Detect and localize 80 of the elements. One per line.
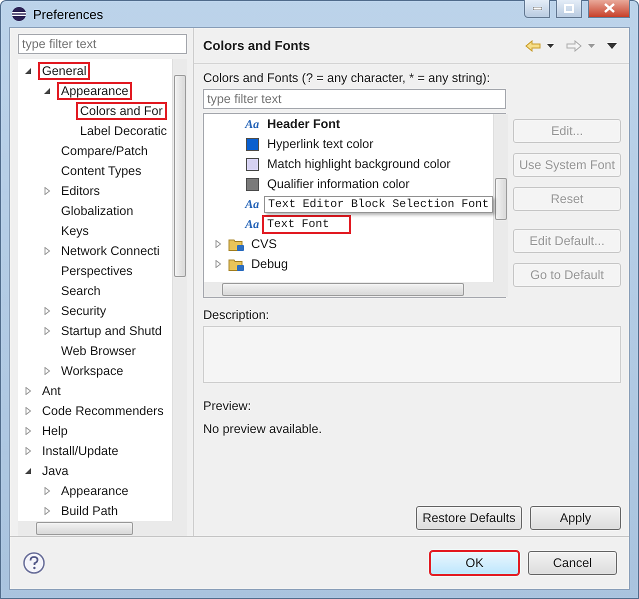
tree-item[interactable]: General bbox=[38, 62, 90, 80]
tree-item[interactable]: Colors and For bbox=[76, 102, 167, 120]
collapsed-arrow-icon[interactable] bbox=[43, 187, 51, 195]
tree-item[interactable]: Install/Update bbox=[38, 442, 122, 460]
tree-item[interactable]: Security bbox=[57, 302, 110, 320]
tree-item[interactable]: Ant bbox=[38, 382, 65, 400]
collapsed-arrow-icon[interactable] bbox=[24, 387, 32, 395]
list-item[interactable]: Hyperlink text color bbox=[267, 137, 374, 151]
font-icon: Aa bbox=[245, 116, 262, 132]
close-icon bbox=[604, 3, 614, 13]
list-item[interactable]: Match highlight background color bbox=[267, 157, 451, 171]
maximize-button[interactable] bbox=[556, 0, 582, 18]
collapsed-arrow-icon[interactable] bbox=[24, 407, 32, 415]
forward-arrow-icon[interactable] bbox=[566, 40, 582, 52]
list-item[interactable]: Header Font bbox=[267, 117, 340, 131]
filter-label: Colors and Fonts (? = any character, * = any string): bbox=[203, 71, 492, 85]
tree-item[interactable]: Java bbox=[38, 462, 72, 480]
tree-item[interactable]: Build Path bbox=[57, 502, 122, 520]
collapsed-arrow-icon[interactable] bbox=[43, 307, 51, 315]
vertical-scrollbar[interactable] bbox=[492, 114, 508, 282]
view-menu-icon[interactable] bbox=[607, 42, 617, 48]
preview-label: Preview: bbox=[203, 399, 252, 413]
tree-item[interactable]: Appearance bbox=[57, 82, 132, 100]
tree-item[interactable]: Editors bbox=[57, 182, 104, 200]
tree-item[interactable]: Web Browser bbox=[57, 342, 140, 360]
tree-item[interactable]: Label Decoratic bbox=[76, 122, 171, 140]
app-icon bbox=[11, 6, 27, 22]
tree-item[interactable]: Network Connecti bbox=[57, 242, 164, 260]
tree-item[interactable]: Keys bbox=[57, 222, 93, 240]
collapsed-arrow-icon[interactable] bbox=[24, 427, 32, 435]
page-button[interactable]: Apply bbox=[530, 506, 621, 530]
page-title: Colors and Fonts bbox=[203, 38, 312, 53]
tooltip: Text Editor Block Selection Font bbox=[264, 196, 493, 212]
expanded-arrow-icon[interactable] bbox=[24, 67, 32, 75]
tree-item[interactable]: Startup and Shutd bbox=[57, 322, 166, 340]
minimize-button[interactable] bbox=[524, 0, 550, 18]
tree-item[interactable]: Search bbox=[57, 282, 105, 300]
list-item[interactable]: CVS bbox=[251, 237, 277, 251]
font-icon: Aa bbox=[245, 196, 262, 212]
collapsed-arrow-icon[interactable] bbox=[43, 327, 51, 335]
back-arrow-icon[interactable] bbox=[525, 40, 541, 52]
description-label: Description: bbox=[203, 308, 270, 322]
minimize-icon bbox=[532, 6, 542, 10]
filter-field[interactable]: type filter text bbox=[203, 89, 506, 109]
tree-item[interactable]: Code Recommenders bbox=[38, 402, 168, 420]
horizontal-scrollbar[interactable] bbox=[204, 282, 493, 297]
window-title: Preferences bbox=[33, 6, 104, 22]
collapsed-arrow-icon[interactable] bbox=[43, 367, 51, 375]
expanded-arrow-icon[interactable] bbox=[43, 87, 51, 95]
collapsed-arrow-icon[interactable] bbox=[43, 247, 51, 255]
folder-icon bbox=[228, 256, 246, 272]
preview-text: No preview available. bbox=[203, 422, 323, 436]
page-button[interactable]: Restore Defaults bbox=[416, 506, 522, 530]
tree-item[interactable]: Perspectives bbox=[57, 262, 137, 280]
maximize-icon bbox=[564, 4, 574, 12]
help-icon[interactable] bbox=[23, 552, 45, 574]
vertical-scrollbar[interactable] bbox=[172, 59, 188, 521]
tree-item[interactable]: Appearance bbox=[57, 482, 132, 500]
dialog-button[interactable]: Cancel bbox=[528, 551, 617, 575]
tree-item[interactable]: Content Types bbox=[57, 162, 146, 180]
tree-item[interactable]: Workspace bbox=[57, 362, 128, 380]
collapsed-arrow-icon[interactable] bbox=[24, 447, 32, 455]
collapsed-arrow-icon[interactable] bbox=[43, 507, 51, 515]
list-item[interactable]: Debug bbox=[251, 257, 288, 271]
close-button[interactable] bbox=[588, 0, 630, 18]
expanded-arrow-icon[interactable] bbox=[24, 467, 32, 475]
tree-item[interactable]: Globalization bbox=[57, 202, 138, 220]
list-item[interactable]: Text Font bbox=[262, 214, 352, 234]
folder-icon bbox=[228, 236, 246, 252]
dialog-button[interactable]: OK bbox=[430, 551, 519, 575]
filter-field[interactable]: type filter text bbox=[18, 34, 188, 54]
list-item[interactable]: Qualifier information color bbox=[267, 177, 410, 191]
dropdown-icon[interactable] bbox=[547, 44, 554, 48]
tree-item[interactable]: Compare/Patch bbox=[57, 142, 152, 160]
horizontal-scrollbar[interactable] bbox=[18, 521, 172, 536]
collapsed-arrow-icon[interactable] bbox=[43, 487, 51, 495]
font-icon: Aa bbox=[245, 216, 262, 232]
tree-item[interactable]: Help bbox=[38, 422, 72, 440]
collapsed-arrow-icon[interactable] bbox=[214, 260, 222, 268]
collapsed-arrow-icon[interactable] bbox=[214, 240, 222, 248]
